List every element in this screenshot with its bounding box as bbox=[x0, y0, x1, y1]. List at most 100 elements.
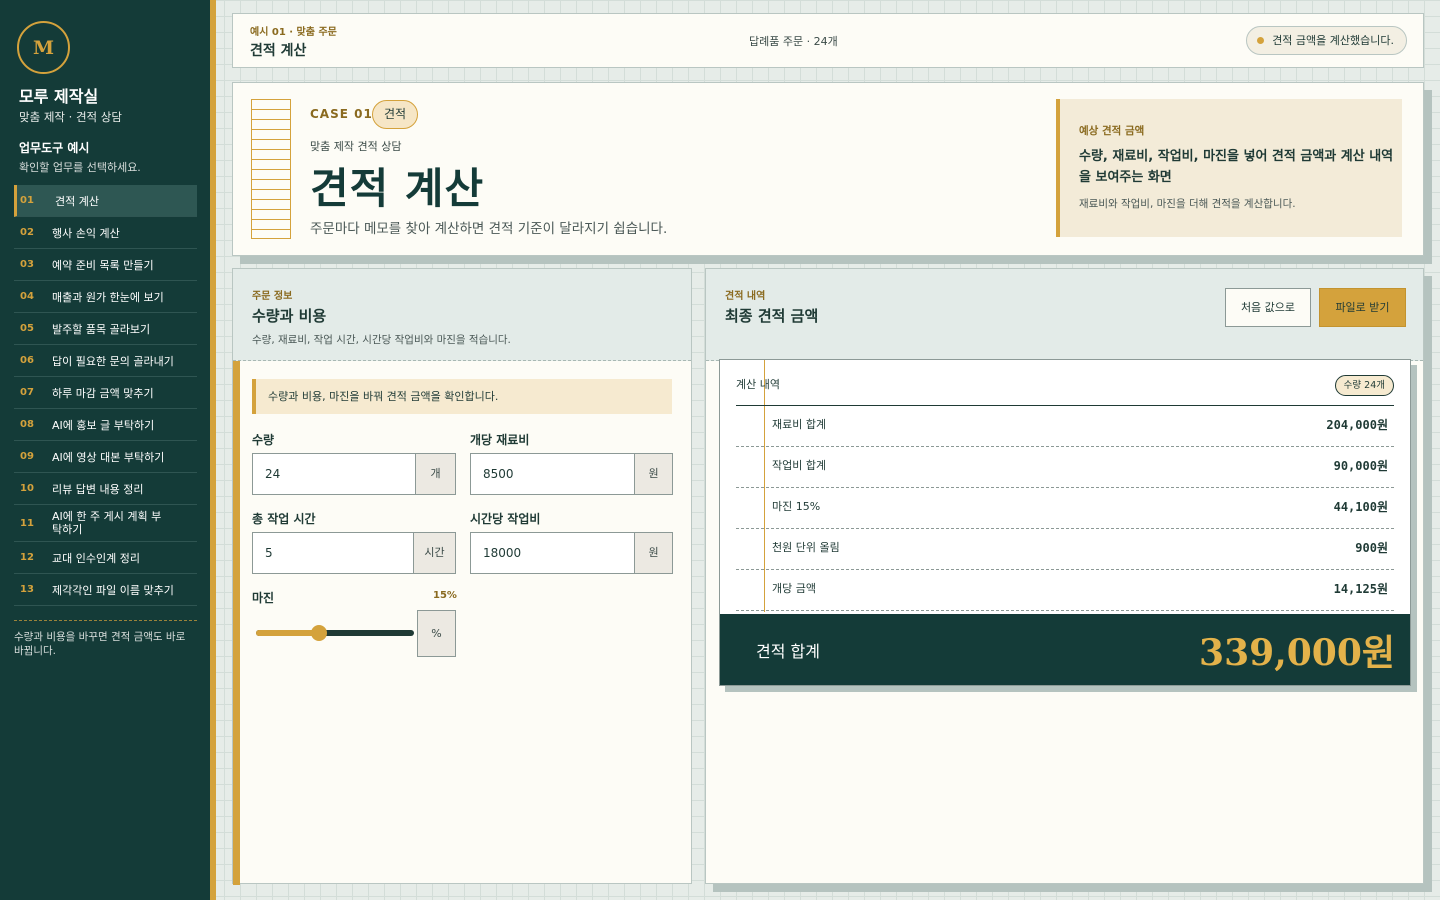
total-bar: 견적 합계 339,000원 bbox=[720, 614, 1410, 685]
row-amount: 90,000원 bbox=[1333, 459, 1388, 473]
sidebar-item-08[interactable]: 08 AI에 홍보 글 부탁하기 bbox=[14, 409, 197, 441]
sidebar-item-10[interactable]: 10 리뷰 답변 내용 정리 bbox=[14, 473, 197, 505]
callout-note: 재료비와 작업비, 마진을 더해 견적을 계산합니다. bbox=[1079, 198, 1296, 210]
nav-label: AI에 홍보 글 부탁하기 bbox=[52, 418, 155, 432]
row-label: 마진 15% bbox=[772, 500, 821, 513]
nav-label: 매출과 원가 한눈에 보기 bbox=[52, 290, 164, 304]
case-badge: 견적 bbox=[372, 100, 419, 129]
nav-number: 05 bbox=[20, 323, 34, 334]
sidebar-item-06[interactable]: 06 답이 필요한 문의 골라내기 bbox=[14, 345, 197, 377]
quantity-label: 수량 bbox=[252, 433, 275, 447]
nav-number: 10 bbox=[20, 483, 34, 494]
row-label: 개당 금액 bbox=[772, 582, 816, 595]
work-hours-field[interactable]: 5 시간 bbox=[252, 532, 456, 574]
margin-slider-handle[interactable] bbox=[311, 625, 328, 641]
panel-subtitle: 수량, 재료비, 작업 시간, 시간당 작업비와 마진을 적습니다. bbox=[252, 334, 511, 346]
download-file-button[interactable]: 파일로 받기 bbox=[1319, 288, 1406, 327]
row-label: 작업비 합계 bbox=[772, 459, 827, 472]
row-amount: 44,100원 bbox=[1333, 500, 1388, 514]
nav-label: 예약 준비 목록 만들기 bbox=[52, 258, 154, 272]
panel-accent-stripe bbox=[233, 361, 240, 885]
nav-label: 견적 계산 bbox=[55, 194, 99, 208]
nav-label: 하루 마감 금액 맞추기 bbox=[52, 386, 154, 400]
work-hours-input[interactable]: 5 bbox=[253, 533, 413, 573]
status-dot-icon bbox=[1257, 37, 1265, 44]
material-cost-field[interactable]: 8500 원 bbox=[470, 453, 673, 495]
calc-row: 개당 금액 14,125원 bbox=[736, 570, 1394, 611]
sidebar-item-03[interactable]: 03 예약 준비 목록 만들기 bbox=[14, 249, 197, 281]
sidebar-item-01[interactable]: 01 견적 계산 bbox=[14, 185, 197, 217]
hero-subtitle: 맞춤 제작 견적 상담 bbox=[310, 140, 402, 153]
total-amount: 339,000원 bbox=[1199, 632, 1395, 674]
nav-label: AI에 영상 대본 부탁하기 bbox=[52, 450, 165, 464]
calc-row: 천원 단위 올림 900원 bbox=[736, 529, 1394, 570]
total-label: 견적 합계 bbox=[756, 642, 820, 661]
row-amount: 900원 bbox=[1355, 541, 1388, 555]
estimate-panel-header: 견적 내역 최종 견적 금액 처음 값으로 파일로 받기 bbox=[706, 269, 1423, 361]
brand-name: 모루 제작실 bbox=[19, 87, 99, 106]
sidebar-item-12[interactable]: 12 교대 인수인계 정리 bbox=[14, 542, 197, 574]
calc-row: 마진 15% 44,100원 bbox=[736, 488, 1394, 529]
sidebar-item-02[interactable]: 02 행사 손익 계산 bbox=[14, 217, 197, 249]
material-cost-input[interactable]: 8500 bbox=[471, 454, 634, 494]
nav-number: 06 bbox=[20, 355, 34, 366]
sidebar-item-05[interactable]: 05 발주할 품목 골라보기 bbox=[14, 313, 197, 345]
nav-label: AI에 한 주 게시 계획 부탁하기 bbox=[52, 510, 162, 536]
callout-text: 수량, 재료비, 작업비, 마진을 넣어 견적 금액과 계산 내역을 보여주는 … bbox=[1079, 149, 1394, 185]
nav-section-title: 업무도구 예시 bbox=[19, 141, 90, 155]
margin-value: 15% bbox=[433, 590, 457, 601]
row-label: 천원 단위 올림 bbox=[772, 541, 840, 554]
nav-number: 11 bbox=[20, 517, 34, 529]
row-label: 재료비 합계 bbox=[772, 418, 827, 431]
sidebar-item-04[interactable]: 04 매출과 원가 한눈에 보기 bbox=[14, 281, 197, 313]
sidebar-item-09[interactable]: 09 AI에 영상 대본 부탁하기 bbox=[14, 441, 197, 473]
margin-label: 마진 bbox=[252, 591, 275, 605]
reset-button[interactable]: 처음 값으로 bbox=[1225, 288, 1311, 327]
topbar-eyebrow: 예시 01 · 맞춤 주문 bbox=[250, 27, 337, 38]
brand-logo: M bbox=[17, 21, 70, 74]
work-hours-unit: 시간 bbox=[413, 533, 455, 573]
estimate-callout: 예상 견적 금액 수량, 재료비, 작업비, 마진을 넣어 견적 금액과 계산 … bbox=[1056, 99, 1402, 237]
sidebar-item-07[interactable]: 07 하루 마감 금액 맞추기 bbox=[14, 377, 197, 409]
nav-number: 13 bbox=[20, 584, 34, 595]
work-hours-label: 총 작업 시간 bbox=[252, 512, 316, 526]
quantity-input[interactable]: 24 bbox=[253, 454, 415, 494]
hourly-rate-input[interactable]: 18000 bbox=[471, 533, 634, 573]
nav-number: 09 bbox=[20, 451, 34, 462]
row-amount: 14,125원 bbox=[1333, 582, 1388, 596]
material-cost-unit: 원 bbox=[634, 454, 672, 494]
panel-title: 최종 견적 금액 bbox=[725, 307, 819, 325]
calc-row: 재료비 합계 204,000원 bbox=[736, 406, 1394, 447]
nav-number: 04 bbox=[20, 291, 34, 302]
sidebar-footer-note: 수량과 비용을 바꾸면 견적 금액도 바로 바뀝니다. bbox=[14, 631, 186, 657]
order-summary: 답례품 주문 · 24개 bbox=[749, 35, 838, 48]
panel-eyebrow: 주문 정보 bbox=[252, 291, 293, 302]
sidebar-item-13[interactable]: 13 제각각인 파일 이름 맞추기 bbox=[14, 574, 197, 606]
sidebar-nav: 01 견적 계산 02 행사 손익 계산 03 예약 준비 목록 만들기 04 매출과 … bbox=[14, 185, 197, 606]
margin-slider-fill bbox=[256, 630, 320, 636]
case-tag: CASE 01 bbox=[310, 107, 373, 121]
hero-card: CASE 01 견적 맞춤 제작 견적 상담 견적 계산 주문마다 메모를 찾아… bbox=[232, 82, 1424, 256]
brand-subtitle: 맞춤 제작 · 견적 상담 bbox=[19, 110, 122, 124]
nav-number: 07 bbox=[20, 387, 34, 398]
hero-title: 견적 계산 bbox=[310, 164, 485, 213]
quantity-badge: 수량 24개 bbox=[1334, 375, 1394, 396]
top-bar: 예시 01 · 맞춤 주문 견적 계산 답례품 주문 · 24개 견적 금액을 … bbox=[232, 13, 1424, 68]
status-badge: 견적 금액을 계산했습니다. bbox=[1246, 26, 1407, 55]
nav-section-subtitle: 확인할 업무를 선택하세요. bbox=[19, 161, 141, 174]
nav-label: 답이 필요한 문의 골라내기 bbox=[52, 354, 174, 368]
nav-label: 발주할 품목 골라보기 bbox=[52, 322, 151, 336]
hero-description: 주문마다 메모를 찾아 계산하면 견적 기준이 달라지기 쉽습니다. bbox=[310, 221, 668, 237]
calc-row: 작업비 합계 90,000원 bbox=[736, 447, 1394, 488]
nav-label: 리뷰 답변 내용 정리 bbox=[52, 482, 144, 496]
quantity-field[interactable]: 24 개 bbox=[252, 453, 456, 495]
nav-number: 02 bbox=[20, 227, 34, 238]
material-cost-label: 개당 재료비 bbox=[470, 433, 530, 447]
sidebar-item-11[interactable]: 11 AI에 한 주 게시 계획 부탁하기 bbox=[14, 505, 197, 542]
sidebar-divider bbox=[14, 620, 197, 621]
nav-label: 교대 인수인계 정리 bbox=[52, 551, 140, 565]
nav-number: 08 bbox=[20, 419, 34, 430]
nav-number: 12 bbox=[20, 552, 34, 563]
margin-slider[interactable] bbox=[256, 625, 414, 641]
hourly-rate-field[interactable]: 18000 원 bbox=[470, 532, 673, 574]
